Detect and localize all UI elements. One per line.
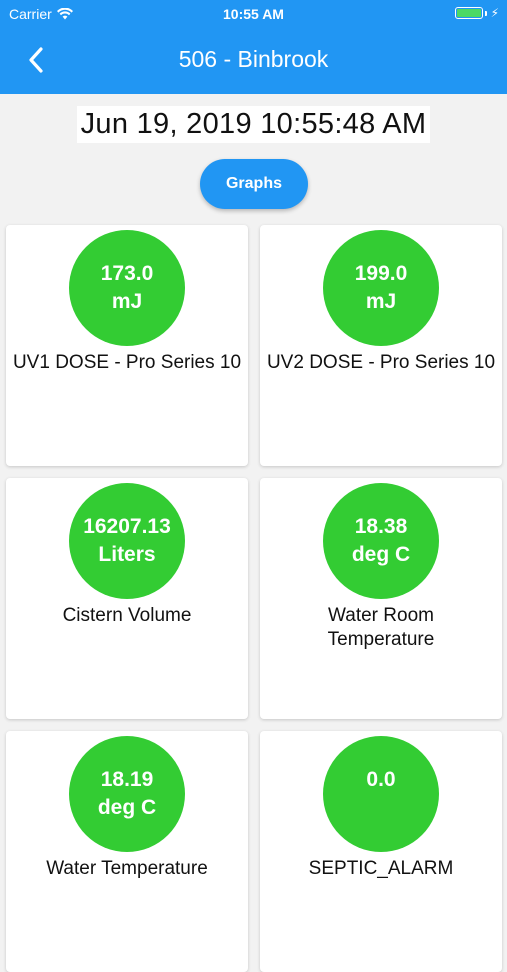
- sensor-label: SEPTIC_ALARM: [308, 858, 454, 879]
- status-time: 10:55 AM: [223, 6, 284, 22]
- value-circle: 199.0 mJ: [323, 230, 439, 346]
- sensor-card-water-temperature[interactable]: 18.19 deg C Water Temperature: [6, 731, 248, 972]
- sensor-unit: mJ: [365, 290, 397, 313]
- sensor-value: 173.0: [100, 262, 154, 285]
- battery-icon: [454, 7, 483, 19]
- app-header: Carrier 10:55 AM ⚡︎ 506 - Binbrook: [0, 0, 507, 94]
- timestamp-display: Jun 19, 2019 10:55:48 AM: [0, 106, 507, 143]
- sensor-value: 0.0: [366, 768, 396, 791]
- sensor-unit: deg C: [97, 796, 157, 819]
- page-title: 506 - Binbrook: [178, 46, 329, 72]
- sensor-label: Water Temperature: [46, 858, 208, 879]
- sensor-value: 199.0: [354, 262, 408, 285]
- sensor-label: UV2 DOSE - Pro Series 10: [266, 352, 496, 373]
- sensor-value: 18.19: [100, 768, 154, 791]
- charging-bolt-icon: ⚡︎: [490, 6, 499, 20]
- timestamp-text: Jun 19, 2019 10:55:48 AM: [76, 106, 431, 143]
- value-circle: 0.0: [323, 736, 439, 852]
- value-circle: 173.0 mJ: [69, 230, 185, 346]
- value-circle: 16207.13 Liters: [69, 483, 185, 599]
- sensor-label: UV1 DOSE - Pro Series 10: [12, 352, 242, 373]
- sensor-card-septic-alarm[interactable]: 0.0 SEPTIC_ALARM: [260, 731, 502, 972]
- sensor-unit: mJ: [111, 290, 143, 313]
- value-circle: 18.38 deg C: [323, 483, 439, 599]
- status-bar: Carrier 10:55 AM ⚡︎: [0, 0, 507, 28]
- sensor-label: Water Room Temperature: [327, 605, 435, 650]
- sensor-label: Cistern Volume: [62, 605, 192, 626]
- graphs-button[interactable]: Graphs: [200, 159, 308, 209]
- sensor-card-uv2-dose[interactable]: 199.0 mJ UV2 DOSE - Pro Series 10: [260, 225, 502, 466]
- sensor-card-uv1-dose[interactable]: 173.0 mJ UV1 DOSE - Pro Series 10: [6, 225, 248, 466]
- value-circle: 18.19 deg C: [69, 736, 185, 852]
- sensor-card-cistern-volume[interactable]: 16207.13 Liters Cistern Volume: [6, 478, 248, 719]
- battery-fill: [456, 9, 481, 17]
- sensor-unit: Liters: [98, 543, 156, 566]
- sensor-value: 18.38: [354, 515, 408, 538]
- sensor-unit: deg C: [351, 543, 411, 566]
- sensor-value: 16207.13: [83, 515, 171, 538]
- battery-indicator: ⚡︎: [454, 6, 499, 20]
- sensor-card-water-room-temperature[interactable]: 18.38 deg C Water Room Temperature: [260, 478, 502, 719]
- battery-tip: [484, 10, 487, 16]
